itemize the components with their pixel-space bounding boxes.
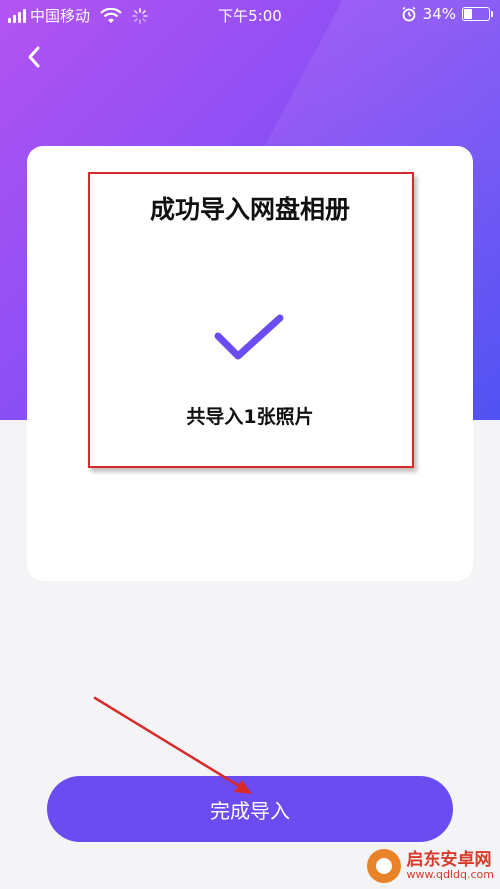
alarm-icon [402, 6, 416, 22]
finish-import-button[interactable]: 完成导入 [47, 776, 453, 842]
success-title: 成功导入网盘相册 [149, 195, 350, 224]
watermark-logo-icon [366, 849, 401, 883]
watermark-name: 启东安卓网 [406, 849, 492, 870]
checkmark-icon [214, 314, 284, 360]
import-count-text: 共导入1张照片 [186, 406, 314, 428]
back-button[interactable] [22, 42, 46, 72]
watermark: 启东安卓网 www.qdldq.com [366, 849, 494, 883]
status-right: 34% [401, 5, 493, 23]
battery-percent: 34% [422, 5, 456, 23]
watermark-url: www.qdldq.com [406, 868, 494, 882]
chevron-left-icon [28, 46, 40, 68]
status-bar: 中国移动 下午5:00 34% [0, 0, 500, 30]
battery-icon [462, 7, 493, 21]
